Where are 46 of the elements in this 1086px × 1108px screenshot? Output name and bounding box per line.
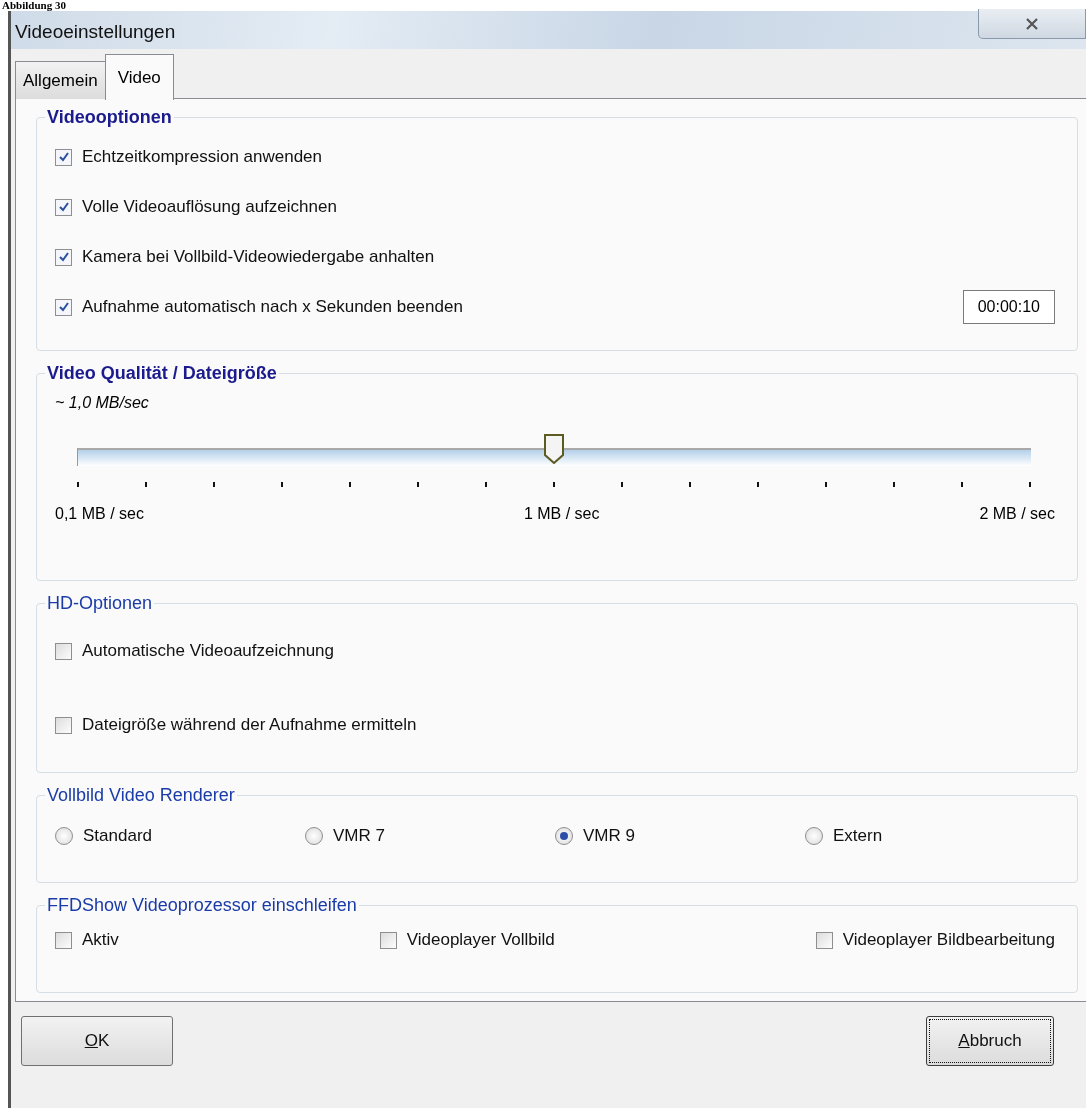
close-button[interactable]	[978, 9, 1086, 39]
checkbox[interactable]	[815, 931, 833, 949]
radio-button[interactable]	[555, 827, 573, 845]
checkbox[interactable]	[55, 931, 72, 949]
scale-label: 2 MB / sec	[979, 505, 1055, 523]
checkbox-label: Volle Videoauflösung aufzeichnen	[82, 197, 337, 217]
radio-label: Extern	[833, 826, 883, 846]
slider-reading: ~ 1,0 MB/sec	[55, 394, 150, 412]
checkbox[interactable]	[55, 198, 72, 216]
close-icon	[1025, 17, 1039, 30]
radio-button[interactable]	[55, 827, 73, 845]
tab[interactable]: Video	[104, 54, 174, 100]
checkbox-label: Dateigröße während der Aufnahme ermitteln	[82, 715, 417, 735]
checkbox-label: Videoplayer Vollbild	[406, 930, 555, 950]
radio-button[interactable]	[305, 827, 323, 845]
radio-label: Standard	[83, 826, 152, 846]
slider[interactable]	[77, 434, 1031, 464]
scale-label: 1 MB / sec	[523, 505, 600, 523]
checkbox[interactable]	[55, 642, 72, 660]
cancel-button[interactable]: Abbruch	[926, 1016, 1054, 1066]
group-title: Vollbild Video Renderer	[46, 785, 236, 806]
time-field[interactable]: 00:00:10	[962, 290, 1055, 324]
group-title: FFDShow Videoprozessor einschleifen	[46, 895, 358, 916]
radio-label: VMR 9	[583, 826, 635, 846]
checkbox[interactable]	[55, 148, 72, 166]
group-title: HD-Optionen	[46, 593, 154, 614]
group-title: Video Qualität / Dateigröße	[46, 363, 278, 384]
checkbox[interactable]	[55, 298, 72, 316]
group-title: Videooptionen	[46, 107, 173, 128]
checkbox[interactable]	[55, 716, 72, 734]
tab[interactable]: Allgemein	[15, 61, 106, 99]
radio-label: VMR 7	[333, 826, 385, 846]
slider-thumb[interactable]	[543, 434, 565, 464]
checkbox-label: Echtzeitkompression anwenden	[82, 147, 323, 167]
window-title: Videoeinstellungen	[14, 20, 176, 43]
checkbox-label: Aktiv	[82, 930, 119, 950]
figure-caption: Abbildung 30	[1, 0, 67, 11]
scale-label: 0,1 MB / sec	[55, 505, 144, 523]
ok-button[interactable]: OK	[21, 1016, 173, 1066]
checkbox[interactable]	[379, 931, 397, 949]
radio-button[interactable]	[805, 827, 823, 845]
checkbox-label: Kamera bei Vollbild-Videowiedergabe anhalten	[82, 247, 435, 267]
checkbox-label: Videoplayer Bildbearbeitung	[842, 930, 1055, 950]
checkbox-label: Aufnahme automatisch nach x Sekunden beenden	[82, 297, 463, 317]
checkbox[interactable]	[55, 248, 72, 266]
checkbox-label: Automatische Videoaufzeichnung	[82, 641, 335, 661]
